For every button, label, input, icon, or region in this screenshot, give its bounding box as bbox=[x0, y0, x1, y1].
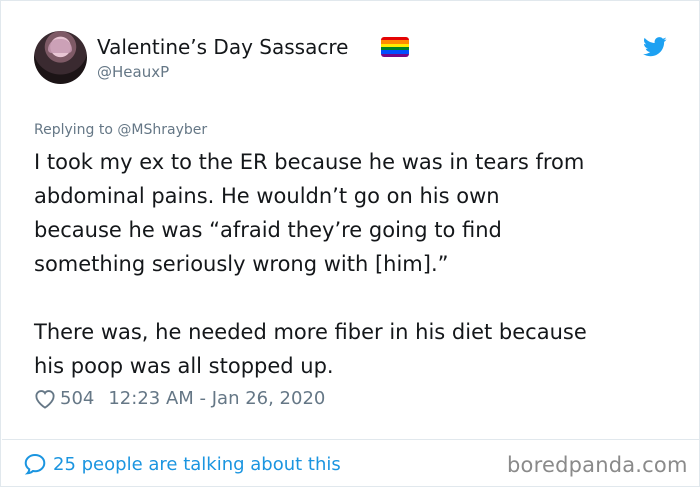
like-count: 504 bbox=[60, 388, 95, 409]
heart-outline-icon[interactable] bbox=[34, 389, 56, 409]
user-handle[interactable]: @HeauxP bbox=[97, 63, 169, 81]
watermark: boredpanda.com bbox=[507, 453, 688, 477]
tweet-line: his poop was all stopped up. bbox=[34, 354, 334, 378]
tweet-line: because he was “afraid they’re going to … bbox=[34, 218, 502, 242]
replying-prefix: Replying to bbox=[34, 122, 118, 138]
display-name[interactable]: Valentine’s Day Sassacre bbox=[97, 35, 348, 59]
conversation-link-label: 25 people are talking about this bbox=[53, 453, 341, 475]
tweet-line: There was, he needed more fiber in his d… bbox=[34, 320, 587, 344]
conversation-link[interactable]: 25 people are talking about this bbox=[23, 452, 341, 476]
paragraph-break bbox=[34, 281, 684, 315]
reply-mention-link[interactable]: @MShrayber bbox=[117, 122, 207, 138]
rainbow-flag-icon bbox=[381, 37, 409, 57]
divider bbox=[2, 439, 700, 440]
twitter-bird-icon[interactable] bbox=[643, 37, 667, 57]
tweet-card: Valentine’s Day Sassacre @HeauxP Replyin… bbox=[0, 0, 700, 487]
tweet-line: abdominal pains. He wouldn’t go on his o… bbox=[34, 184, 500, 208]
avatar[interactable] bbox=[34, 31, 87, 84]
tweet-line: something seriously wrong with [him].” bbox=[34, 252, 449, 276]
tweet-line: I took my ex to the ER because he was in… bbox=[34, 150, 585, 174]
tweet-timestamp[interactable]: 12:23 AM - Jan 26, 2020 bbox=[108, 388, 325, 409]
replying-to: Replying to @MShrayber bbox=[34, 122, 207, 138]
tweet-text: I took my ex to the ER because he was in… bbox=[34, 145, 684, 383]
tweet-meta: 504 12:23 AM - Jan 26, 2020 bbox=[34, 388, 325, 409]
speech-bubble-icon bbox=[24, 453, 46, 475]
